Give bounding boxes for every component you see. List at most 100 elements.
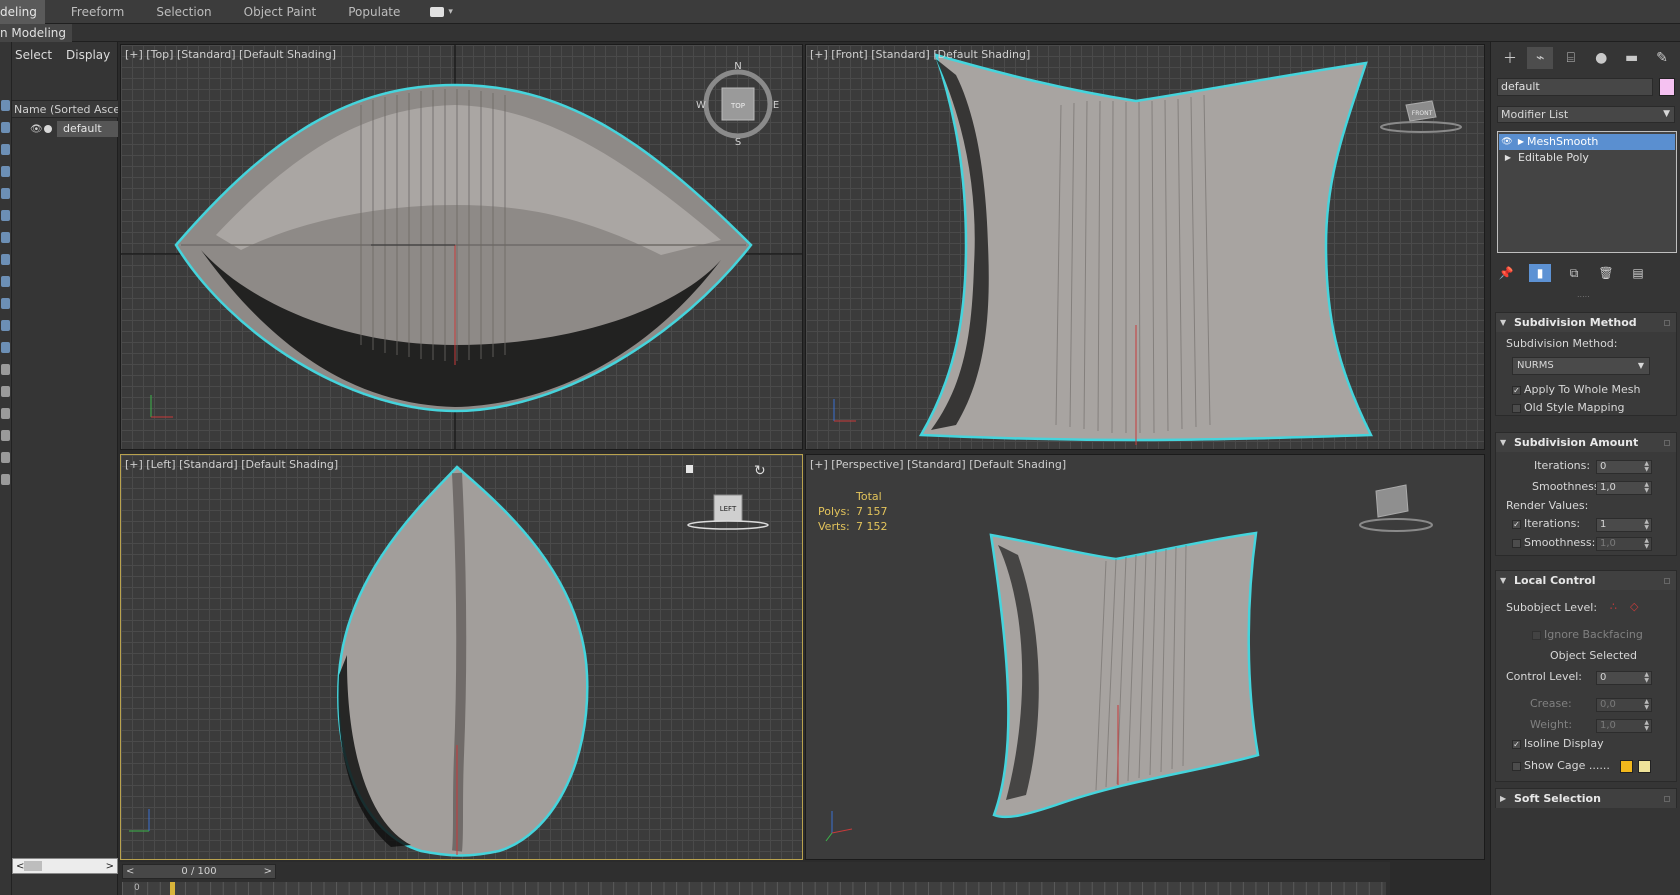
hierarchy-tab-icon[interactable]: ⌸ [1558, 47, 1584, 69]
show-cage-checkbox[interactable] [1512, 762, 1521, 771]
ribbon-panel-label[interactable]: n Modeling [0, 24, 73, 42]
subobject-edge-icon[interactable]: ◇ [1630, 600, 1638, 613]
cage-color-swatch-2[interactable] [1638, 760, 1651, 773]
ribbon-tab-populate[interactable]: Populate [332, 0, 416, 24]
viewport-label[interactable]: [+] [Front] [Standard] [Default Shading] [810, 48, 1030, 61]
spinner-arrows-icon[interactable]: ▲ ▼ [1644, 538, 1649, 550]
cage-color-swatch-1[interactable] [1620, 760, 1633, 773]
viewport-label[interactable]: [+] [Top] [Standard] [Default Shading] [125, 48, 336, 61]
make-unique-icon[interactable]: ⧉ [1565, 264, 1583, 282]
viewport-perspective[interactable]: [+] [Perspective] [Standard] [Default Sh… [805, 454, 1485, 860]
expand-arrow-icon[interactable]: ▶ [1515, 134, 1527, 150]
ribbon-options-icon[interactable] [430, 6, 445, 17]
render-smoothness-spinner[interactable]: 1,0 ▲ ▼ [1596, 537, 1652, 551]
menu-display[interactable]: Display [62, 48, 120, 62]
find-icon[interactable] [1, 430, 10, 441]
scroll-left-icon[interactable]: < [16, 861, 24, 872]
ribbon-tab-selection[interactable]: Selection [140, 0, 227, 24]
spacewarp-icon[interactable] [1, 210, 10, 221]
chevron-down-icon[interactable]: ▾ [448, 7, 453, 17]
iterations-spinner[interactable]: 0 ▲ ▼ [1596, 460, 1652, 474]
show-end-result-icon[interactable]: ▮ [1529, 264, 1551, 282]
spinner-arrows-icon[interactable]: ▲ ▼ [1644, 672, 1649, 684]
apply-whole-mesh-checkbox[interactable]: ✓ [1512, 386, 1521, 395]
viewport-label[interactable]: [+] [Perspective] [Standard] [Default Sh… [810, 458, 1066, 471]
spinner-arrows-icon[interactable]: ▲ ▼ [1644, 482, 1649, 494]
spinner-arrows-icon[interactable]: ▲ ▼ [1644, 720, 1649, 732]
viewport-top[interactable]: TOP N E S W [+] [Top] [Standard] [Defaul… [120, 44, 803, 450]
sort-icon[interactable] [1, 408, 10, 419]
helper-icon[interactable] [1, 188, 10, 199]
render-iterations-checkbox[interactable]: ✓ [1512, 520, 1521, 529]
rollout-header[interactable]: ▼ Subdivision Amount [1496, 433, 1676, 452]
frozen-icon[interactable] [1, 320, 10, 331]
smoothness-spinner[interactable]: 1,0 ▲ ▼ [1596, 481, 1652, 495]
timeline-track[interactable]: 0 [122, 882, 1386, 895]
camera-icon[interactable] [1, 166, 10, 177]
rollout-header[interactable]: ▼ Subdivision Method [1496, 313, 1676, 332]
horizontal-scrollbar[interactable]: < > [12, 858, 118, 874]
xref-icon[interactable] [1, 254, 10, 265]
subobject-vertex-icon[interactable]: ∴ [1610, 600, 1617, 613]
menu-select[interactable]: Select [3, 48, 62, 62]
viewport-front[interactable]: FRONT [+] [Front] [Standard] [Default Sh… [805, 44, 1485, 450]
weight-spinner[interactable]: 1,0 ▲ ▼ [1596, 719, 1652, 733]
eye-icon[interactable]: 👁 [1499, 134, 1515, 150]
column-header-name[interactable]: Name (Sorted Ascen [12, 100, 118, 118]
group-icon[interactable] [1, 232, 10, 243]
spinner-arrows-icon[interactable]: ▲ ▼ [1644, 461, 1649, 473]
splitter-grip[interactable]: ..... [1577, 290, 1590, 299]
scroll-right-icon[interactable]: > [106, 861, 114, 872]
motion-tab-icon[interactable]: ● [1588, 47, 1614, 69]
viewport-left[interactable]: LEFT ↻ [+] [Left] [Standard] [Default Sh… [120, 454, 803, 860]
time-slider[interactable]: < 0 / 100 > [122, 864, 276, 879]
modify-tab-icon[interactable]: ⌁ [1527, 47, 1554, 69]
rollout-header[interactable]: ▶ Soft Selection [1496, 789, 1676, 808]
stack-item-meshsmooth[interactable]: 👁 ▶ MeshSmooth [1499, 134, 1675, 150]
object-name-input[interactable]: default [1497, 78, 1653, 96]
hidden-icon[interactable] [1, 342, 10, 353]
ignore-backfacing-checkbox[interactable] [1532, 631, 1541, 640]
next-frame-button[interactable]: > [264, 866, 272, 877]
frame-counter[interactable]: 0 / 100 [134, 866, 263, 877]
rollout-menu-icon[interactable] [1664, 319, 1670, 326]
light-icon[interactable] [1, 144, 10, 155]
list-item[interactable]: 👁 default [30, 120, 118, 138]
spinner-arrows-icon[interactable]: ▲ ▼ [1644, 699, 1649, 711]
pin-stack-icon[interactable]: 📌 [1497, 264, 1515, 282]
prev-frame-button[interactable]: < [126, 866, 134, 877]
utilities-tab-icon[interactable]: ✎ [1649, 47, 1675, 69]
rollout-header[interactable]: ▼ Local Control [1496, 571, 1676, 590]
stack-item-editable-poly[interactable]: ▶ Editable Poly [1498, 150, 1676, 166]
link-icon[interactable] [1, 452, 10, 463]
create-tab-icon[interactable]: ＋ [1497, 47, 1523, 69]
ribbon-tab-freeform[interactable]: Freeform [55, 0, 140, 24]
rollout-menu-icon[interactable] [1664, 795, 1670, 802]
render-smoothness-checkbox[interactable] [1512, 539, 1521, 548]
viewport-label[interactable]: [+] [Left] [Standard] [Default Shading] [125, 458, 338, 471]
render-iterations-spinner[interactable]: 1 ▲ ▼ [1596, 518, 1652, 532]
scroll-thumb[interactable] [24, 861, 43, 871]
funnel-icon[interactable] [1, 474, 10, 485]
filter-icon[interactable] [1, 364, 10, 375]
isoline-display-checkbox[interactable]: ✓ [1512, 740, 1521, 749]
ribbon-tab-object-paint[interactable]: Object Paint [228, 0, 333, 24]
old-style-mapping-checkbox[interactable] [1512, 404, 1521, 413]
display-tab-icon[interactable]: ▬ [1619, 47, 1645, 69]
spinner-arrows-icon[interactable]: ▲ ▼ [1644, 519, 1649, 531]
modifier-stack[interactable]: 👁 ▶ MeshSmooth ▶ Editable Poly [1497, 131, 1677, 253]
modifier-list-dropdown[interactable]: Modifier List ▼ [1497, 106, 1675, 123]
time-marker[interactable] [170, 882, 175, 895]
layer-icon[interactable] [1, 386, 10, 397]
object-name[interactable]: default [57, 121, 118, 137]
subdivision-method-select[interactable]: NURMS ▼ [1512, 357, 1650, 375]
eye-icon[interactable]: 👁 [30, 124, 44, 135]
control-level-spinner[interactable]: 0 ▲ ▼ [1596, 671, 1652, 685]
rollout-menu-icon[interactable] [1664, 439, 1670, 446]
rollout-menu-icon[interactable] [1664, 577, 1670, 584]
crease-spinner[interactable]: 0,0 ▲ ▼ [1596, 698, 1652, 712]
trash-icon[interactable]: 🗑 [1597, 264, 1615, 282]
ribbon-tab-modeling[interactable]: deling [0, 0, 45, 24]
container-icon[interactable] [1, 298, 10, 309]
bone-icon[interactable] [1, 276, 10, 287]
